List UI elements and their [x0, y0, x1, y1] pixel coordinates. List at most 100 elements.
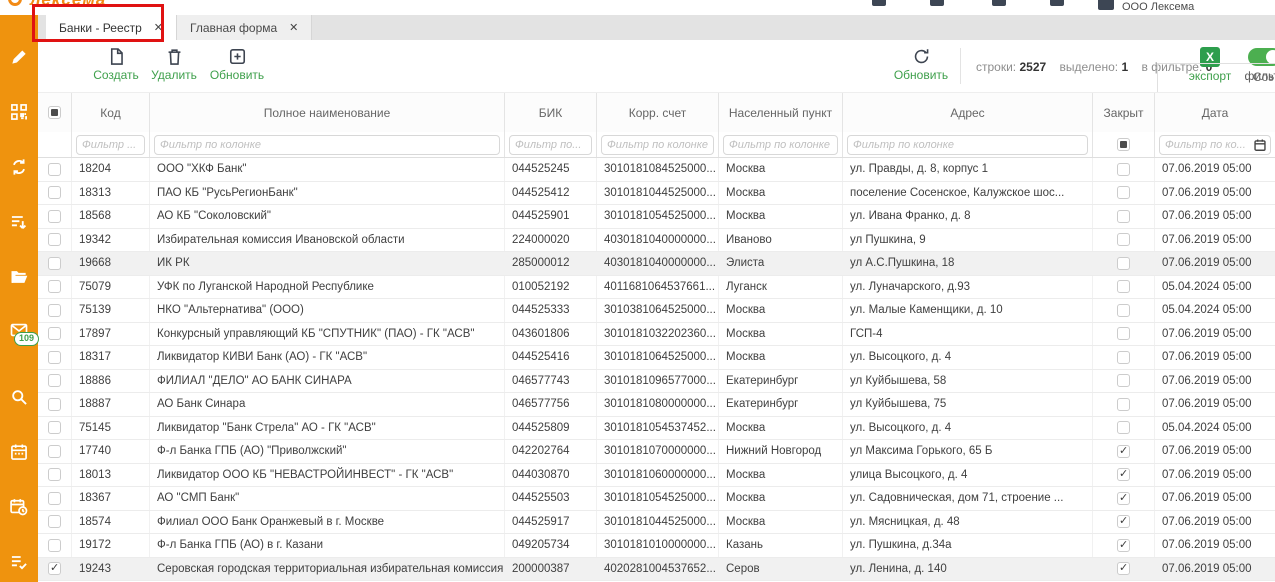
row-checkbox[interactable]	[48, 351, 61, 364]
table-row[interactable]: 18568АО КБ "Соколовский"0445259013010181…	[38, 205, 1275, 229]
table-row[interactable]: 17897Конкурсный управляющий КБ "СПУТНИК"…	[38, 323, 1275, 347]
cell-closed[interactable]	[1093, 158, 1155, 181]
row-checkbox[interactable]	[48, 210, 61, 223]
select-cell[interactable]	[38, 229, 72, 252]
folder-icon[interactable]	[9, 267, 29, 287]
row-checkbox[interactable]	[48, 186, 61, 199]
table-row[interactable]: 18313ПАО КБ "РусьРегионБанк"044525412301…	[38, 182, 1275, 206]
row-checkbox[interactable]	[48, 398, 61, 411]
select-cell[interactable]	[38, 511, 72, 534]
column-header-name[interactable]: Полное наименование	[150, 93, 505, 132]
search-icon[interactable]	[9, 387, 29, 407]
row-checkbox[interactable]	[1117, 280, 1130, 293]
cell-closed[interactable]	[1093, 393, 1155, 416]
tab-glavnaya-forma[interactable]: Главная форма ✕	[177, 15, 312, 40]
filter-input-name[interactable]	[154, 135, 500, 155]
row-checkbox[interactable]	[1117, 539, 1130, 552]
cell-closed[interactable]	[1093, 182, 1155, 205]
edit-pencil-icon[interactable]	[9, 47, 29, 67]
row-checkbox[interactable]	[1117, 421, 1130, 434]
cell-closed[interactable]	[1093, 534, 1155, 557]
cell-closed[interactable]	[1093, 276, 1155, 299]
select-cell[interactable]	[38, 276, 72, 299]
column-header-bik[interactable]: БИК	[505, 93, 597, 132]
table-row[interactable]: 19172Ф-л Банка ГПБ (АО) в г. Казани04920…	[38, 534, 1275, 558]
table-row[interactable]: 19342Избирательная комиссия Ивановской о…	[38, 229, 1275, 253]
row-checkbox[interactable]	[48, 468, 61, 481]
row-checkbox[interactable]	[1117, 233, 1130, 246]
select-cell[interactable]	[38, 346, 72, 369]
filter-input-address[interactable]	[847, 135, 1088, 155]
cell-closed[interactable]	[1093, 252, 1155, 275]
cell-closed[interactable]	[1093, 417, 1155, 440]
cell-closed[interactable]	[1093, 464, 1155, 487]
column-header-code[interactable]: Код	[72, 93, 150, 132]
row-checkbox[interactable]	[1117, 327, 1130, 340]
row-checkbox[interactable]	[1117, 562, 1130, 575]
row-checkbox[interactable]	[48, 304, 61, 317]
select-cell[interactable]	[38, 464, 72, 487]
table-row[interactable]: 18887АО Банк Синара046577756301018108000…	[38, 393, 1275, 417]
select-cell[interactable]	[38, 299, 72, 322]
table-row[interactable]: 18574Филиал ООО Банк Оранжевый в г. Моск…	[38, 511, 1275, 535]
select-cell[interactable]	[38, 440, 72, 463]
select-cell[interactable]	[38, 487, 72, 510]
row-checkbox[interactable]	[48, 257, 61, 270]
column-header-city[interactable]: Населенный пункт	[719, 93, 843, 132]
cell-closed[interactable]	[1093, 370, 1155, 393]
row-checkbox[interactable]	[1117, 257, 1130, 270]
row-checkbox[interactable]	[1117, 374, 1130, 387]
import-list-icon[interactable]	[9, 212, 29, 232]
row-checkbox[interactable]	[48, 515, 61, 528]
close-icon[interactable]: ✕	[289, 21, 298, 34]
cell-closed[interactable]	[1093, 558, 1155, 581]
row-checkbox[interactable]	[1117, 304, 1130, 317]
row-checkbox[interactable]	[48, 562, 61, 575]
row-checkbox[interactable]	[1117, 398, 1130, 411]
table-row[interactable]: 18013Ликвидатор ООО КБ "НЕВАСТРОЙИНВЕСТ"…	[38, 464, 1275, 488]
row-checkbox[interactable]	[48, 280, 61, 293]
table-row[interactable]: 18204ООО "ХКФ Банк"044525245301018108452…	[38, 158, 1275, 182]
select-cell[interactable]	[38, 558, 72, 581]
cell-closed[interactable]	[1093, 487, 1155, 510]
update-button[interactable]: Обновить	[206, 47, 268, 82]
top-menu-icon-4[interactable]	[1050, 0, 1064, 6]
row-checkbox[interactable]	[48, 492, 61, 505]
calendar-picker-icon[interactable]	[1253, 138, 1267, 152]
close-icon[interactable]: ✕	[154, 21, 163, 34]
row-checkbox[interactable]	[48, 539, 61, 552]
delete-button[interactable]: Удалить	[148, 47, 200, 82]
row-checkbox[interactable]	[48, 421, 61, 434]
select-cell[interactable]	[38, 393, 72, 416]
select-cell[interactable]	[38, 205, 72, 228]
row-checkbox[interactable]	[1117, 210, 1130, 223]
cell-closed[interactable]	[1093, 511, 1155, 534]
select-cell[interactable]	[38, 534, 72, 557]
select-cell[interactable]	[38, 158, 72, 181]
top-menu-icon-2[interactable]	[930, 0, 944, 6]
filter-input-code[interactable]	[76, 135, 145, 155]
row-checkbox[interactable]	[1117, 186, 1130, 199]
top-menu-icon-1[interactable]	[872, 0, 886, 6]
table-row[interactable]: 17740Ф-л Банка ГПБ (АО) "Приволжский"042…	[38, 440, 1275, 464]
filter-input-city[interactable]	[723, 135, 838, 155]
select-cell[interactable]	[38, 370, 72, 393]
row-checkbox[interactable]	[1117, 351, 1130, 364]
row-checkbox[interactable]	[48, 374, 61, 387]
cell-closed[interactable]	[1093, 323, 1155, 346]
row-checkbox[interactable]	[1117, 163, 1130, 176]
filter-input-corr[interactable]	[601, 135, 714, 155]
row-checkbox[interactable]	[48, 445, 61, 458]
column-header-date[interactable]: Дата	[1155, 93, 1275, 132]
qr-code-icon[interactable]	[9, 102, 29, 122]
row-checkbox[interactable]	[1117, 445, 1130, 458]
table-row[interactable]: 18367АО "СМП Банк"0445255033010181054525…	[38, 487, 1275, 511]
cell-closed[interactable]	[1093, 205, 1155, 228]
table-row[interactable]: 18886ФИЛИАЛ "ДЕЛО" АО БАНК СИНАРА0465777…	[38, 370, 1275, 394]
row-checkbox[interactable]	[1117, 515, 1130, 528]
closed-filter-checkbox[interactable]	[1117, 138, 1130, 151]
task-checklist-icon[interactable]	[9, 552, 29, 572]
calendar-icon[interactable]	[9, 442, 29, 462]
column-header-corr[interactable]: Корр. счет	[597, 93, 719, 132]
calendar-schedule-icon[interactable]	[9, 497, 29, 517]
